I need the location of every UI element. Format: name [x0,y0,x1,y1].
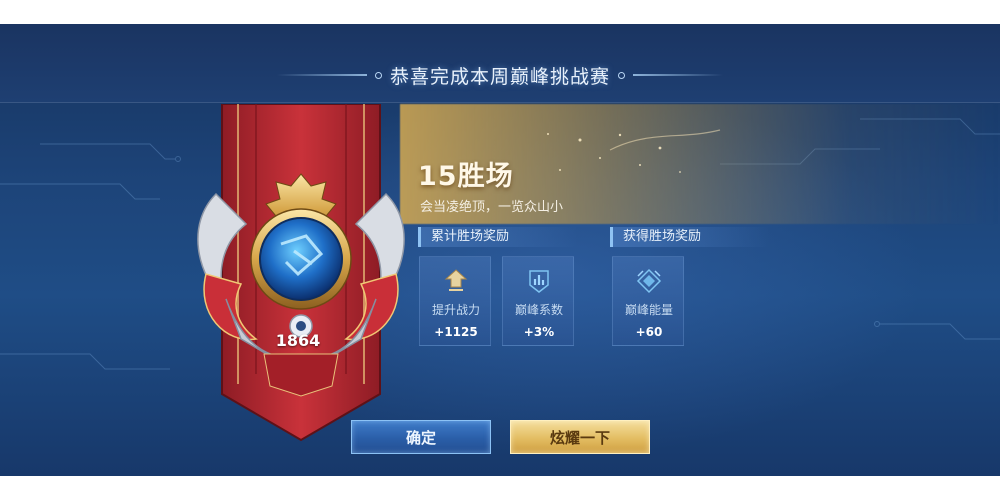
reward-name: 巅峰能量 [624,303,673,317]
circuit-decoration [0,118,1000,370]
reward-name: 提升战力 [431,303,480,317]
reward-card-combat-power: 提升战力 +1125 [419,256,491,346]
combat-power-up-icon [444,269,468,291]
peak-coefficient-icon [529,270,549,293]
wins-title: 15胜场 [418,161,514,192]
peak-energy-icon [636,268,662,294]
cumulative-rewards-label: 累计胜场奖励 [418,227,578,247]
earned-rewards-label: 获得胜场奖励 [610,227,770,247]
share-button[interactable]: 炫耀一下 [510,420,650,454]
reward-card-peak-coefficient: 巅峰系数 +3% [502,256,574,346]
reward-name: 巅峰系数 [514,303,563,317]
title-dot-right [618,71,625,79]
reward-card-peak-energy: 巅峰能量 +60 [612,256,684,346]
reward-value: +1125 [434,325,478,339]
wins-subtitle: 会当凌绝顶，一览众山小 [420,200,564,215]
title-ornament-right [633,74,723,76]
result-screen: 恭喜完成本周巅峰挑战赛 1864 15胜场 会当凌绝顶，一览众山小 累计胜场奖励… [0,24,1000,476]
page-title: 恭喜完成本周巅峰挑战赛 [389,65,610,88]
title-row: 恭喜完成本周巅峰挑战赛 [0,60,1000,90]
rank-score: 1864 [275,331,321,350]
title-ornament-left [276,74,367,76]
rank-banner [197,104,405,442]
confirm-button[interactable]: 确定 [351,420,491,454]
title-dot-left [374,71,382,79]
reward-value: +3% [523,325,555,339]
reward-value: +60 [635,325,663,339]
